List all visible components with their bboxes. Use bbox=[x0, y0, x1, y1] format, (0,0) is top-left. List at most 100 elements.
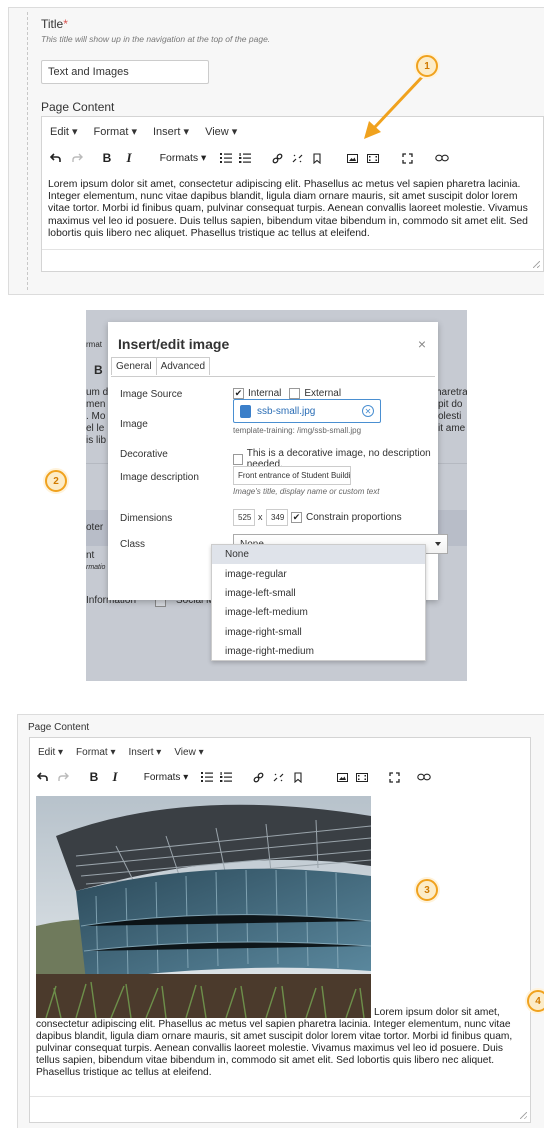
class-option-image-left-medium[interactable]: image-left-medium bbox=[212, 603, 425, 622]
file-path: template-training: /img/ssb-small.jpg bbox=[233, 426, 362, 435]
class-option-image-regular[interactable]: image-regular bbox=[212, 564, 425, 583]
redo-icon[interactable] bbox=[56, 766, 70, 788]
undo-icon[interactable] bbox=[35, 766, 49, 788]
fullscreen-icon[interactable] bbox=[387, 766, 401, 788]
bg-bold-fragment: B bbox=[94, 363, 103, 377]
bg-right-line-3: olesti bbox=[438, 411, 462, 422]
height-input[interactable]: 349 bbox=[266, 509, 288, 526]
external-checkbox[interactable] bbox=[289, 388, 301, 399]
internal-checkbox[interactable]: ✔ bbox=[233, 388, 244, 399]
class-option-image-right-medium[interactable]: image-right-medium bbox=[212, 642, 425, 661]
page-content-result: Page Content Edit ▾ Format ▾ Insert ▾ Vi… bbox=[17, 714, 544, 1128]
image-file-picker[interactable]: ssb-small.jpg ✕ bbox=[233, 399, 381, 423]
menu-edit-2[interactable]: Edit ▾ bbox=[38, 747, 63, 758]
title-input[interactable]: Text and Images bbox=[41, 60, 209, 84]
menu-insert[interactable]: Insert ▾ bbox=[153, 125, 189, 138]
dimensions-label: Dimensions bbox=[120, 513, 173, 524]
internal-label: Internal bbox=[248, 388, 282, 399]
constrain-option: ✔ Constrain proportions bbox=[291, 512, 402, 523]
constrain-checkbox[interactable]: ✔ bbox=[291, 512, 302, 523]
unlink-icon[interactable] bbox=[290, 147, 304, 169]
close-icon[interactable]: × bbox=[418, 336, 426, 352]
image-icon[interactable] bbox=[335, 766, 349, 788]
numbered-list-icon[interactable] bbox=[238, 147, 252, 169]
image-description-label: Image description bbox=[120, 472, 199, 483]
bg-left-line-1: um d bbox=[86, 387, 109, 398]
redo-icon[interactable] bbox=[70, 147, 84, 169]
menu-format[interactable]: Format ▾ bbox=[94, 125, 137, 138]
bookmark-icon[interactable] bbox=[291, 766, 305, 788]
italic-icon[interactable]: I bbox=[108, 766, 122, 788]
constrain-label: Constrain proportions bbox=[306, 512, 402, 523]
undo-icon[interactable] bbox=[48, 147, 62, 169]
tab-general[interactable]: General bbox=[111, 357, 157, 375]
decorative-checkbox[interactable] bbox=[233, 453, 243, 465]
class-option-image-right-small[interactable]: image-right-small bbox=[212, 623, 425, 642]
editor-content[interactable]: Lorem ipsum dolor sit amet, consectetur … bbox=[42, 179, 543, 240]
dialog-title: Insert/edit image bbox=[118, 336, 230, 352]
dialog-tabs: General Advanced bbox=[111, 357, 211, 375]
bg-format-fragment: rmat bbox=[86, 340, 102, 349]
bg-right-line-1: haretra bbox=[436, 387, 467, 398]
italic-icon[interactable]: I bbox=[122, 147, 136, 169]
content-first-line[interactable]: Lorem ipsum dolor sit amet, bbox=[374, 1007, 500, 1018]
editor-statusbar-2 bbox=[30, 1096, 530, 1122]
width-input[interactable]: 525 bbox=[233, 509, 255, 526]
page-content-label-2: Page Content bbox=[28, 722, 90, 733]
image-label: Image bbox=[120, 419, 148, 430]
bold-icon[interactable]: B bbox=[100, 147, 114, 169]
source-code-icon[interactable] bbox=[434, 147, 450, 169]
file-name: ssb-small.jpg bbox=[257, 405, 316, 417]
image-icon[interactable] bbox=[345, 147, 359, 169]
editor-statusbar bbox=[42, 249, 543, 271]
bullet-list-icon[interactable] bbox=[200, 766, 214, 788]
dimension-separator: x bbox=[258, 512, 263, 522]
bg-left-line-2: men bbox=[86, 399, 106, 410]
menu-format-2[interactable]: Format ▾ bbox=[76, 747, 115, 758]
formats-dropdown[interactable]: Formats ▾ bbox=[154, 147, 212, 169]
callout-3: 3 bbox=[416, 879, 438, 901]
callout-2: 2 bbox=[45, 470, 67, 492]
inserted-building-photo[interactable] bbox=[36, 796, 371, 1018]
bg-right-line-2: pit do bbox=[438, 399, 463, 410]
file-image-icon bbox=[240, 404, 251, 418]
class-option-image-left-small[interactable]: image-left-small bbox=[212, 584, 425, 603]
media-icon[interactable] bbox=[355, 766, 369, 788]
editor-toolbar: B I Formats ▾ bbox=[42, 147, 543, 169]
class-option-none[interactable]: None bbox=[212, 545, 425, 565]
field-group-divider bbox=[27, 12, 28, 290]
page-content-label: Page Content bbox=[41, 100, 115, 114]
title-and-content-form: Title* This title will show up in the na… bbox=[8, 7, 544, 295]
source-code-icon[interactable] bbox=[416, 766, 432, 788]
formats-dropdown[interactable]: Formats ▾ bbox=[138, 766, 194, 788]
rich-text-editor: Edit ▾ Format ▾ Insert ▾ View ▾ B I Form… bbox=[41, 116, 544, 272]
fullscreen-icon[interactable] bbox=[400, 147, 414, 169]
bg-right-line-4: it ame bbox=[438, 423, 466, 434]
unlink-icon[interactable] bbox=[271, 766, 285, 788]
link-icon[interactable] bbox=[251, 766, 265, 788]
editor-menubar: Edit ▾ Format ▾ Insert ▾ View ▾ bbox=[42, 123, 543, 139]
menu-edit[interactable]: Edit ▾ bbox=[50, 125, 78, 138]
resize-handle-icon[interactable] bbox=[520, 1112, 527, 1119]
bullet-list-icon[interactable] bbox=[219, 147, 233, 169]
editor-content-2[interactable]: consectetur adipiscing elit. Phasellus a… bbox=[30, 1019, 530, 1079]
bg-rmati-fragment: rmatio bbox=[86, 564, 106, 571]
menu-view-2[interactable]: View ▾ bbox=[174, 747, 203, 758]
bg-oter-fragment: oter bbox=[86, 522, 104, 533]
tab-advanced[interactable]: Advanced bbox=[156, 357, 211, 375]
editor-toolbar-2: B I Formats ▾ bbox=[30, 766, 530, 788]
bookmark-icon[interactable] bbox=[310, 147, 324, 169]
callout-1: 1 bbox=[416, 55, 438, 77]
menu-insert-2[interactable]: Insert ▾ bbox=[129, 747, 162, 758]
bold-icon[interactable]: B bbox=[87, 766, 101, 788]
image-description-input[interactable]: Front entrance of Student Buildin bbox=[233, 466, 351, 485]
media-icon[interactable] bbox=[366, 147, 380, 169]
external-label: External bbox=[304, 388, 342, 399]
resize-handle-icon[interactable] bbox=[533, 261, 540, 268]
link-icon[interactable] bbox=[270, 147, 284, 169]
menu-view[interactable]: View ▾ bbox=[205, 125, 237, 138]
numbered-list-icon[interactable] bbox=[219, 766, 233, 788]
bg-left-line-3: . Mo bbox=[86, 411, 106, 422]
clear-file-icon[interactable]: ✕ bbox=[362, 405, 374, 417]
image-source-options: ✔ Internal External bbox=[233, 388, 341, 399]
